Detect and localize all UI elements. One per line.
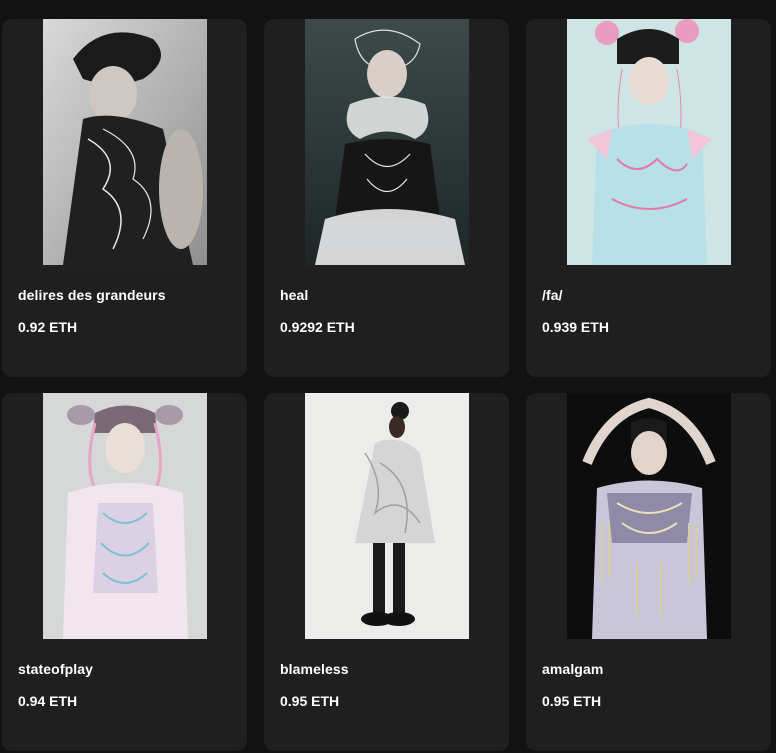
nft-price: 0.95 ETH xyxy=(542,693,602,709)
nft-price: 0.92 ETH xyxy=(18,319,78,335)
nft-price: 0.9292 ETH xyxy=(280,319,355,335)
nft-price: 0.94 ETH xyxy=(18,693,78,709)
nft-price: 0.939 ETH xyxy=(542,319,609,335)
nft-title[interactable]: amalgam xyxy=(542,661,603,677)
nft-card[interactable]: heal 0.9292 ETH xyxy=(264,19,509,377)
nft-title[interactable]: /fa/ xyxy=(542,287,563,303)
nft-card[interactable]: /fa/ 0.939 ETH xyxy=(526,19,771,377)
nft-image[interactable] xyxy=(305,393,469,639)
nft-card[interactable]: blameless 0.95 ETH xyxy=(264,393,509,751)
nft-image[interactable] xyxy=(43,393,207,639)
nft-image[interactable] xyxy=(567,19,731,265)
nft-title[interactable]: stateofplay xyxy=(18,661,93,677)
nft-card[interactable]: delires des grandeurs 0.92 ETH xyxy=(2,19,247,377)
nft-card[interactable]: stateofplay 0.94 ETH xyxy=(2,393,247,751)
nft-title[interactable]: blameless xyxy=(280,661,349,677)
nft-card[interactable]: amalgam 0.95 ETH xyxy=(526,393,771,751)
nft-title[interactable]: heal xyxy=(280,287,308,303)
nft-image[interactable] xyxy=(567,393,731,639)
nft-gallery-grid: delires des grandeurs 0.92 ETH heal 0.92… xyxy=(0,0,776,753)
nft-price: 0.95 ETH xyxy=(280,693,340,709)
nft-image[interactable] xyxy=(43,19,207,265)
nft-image[interactable] xyxy=(305,19,469,265)
nft-title[interactable]: delires des grandeurs xyxy=(18,287,166,303)
